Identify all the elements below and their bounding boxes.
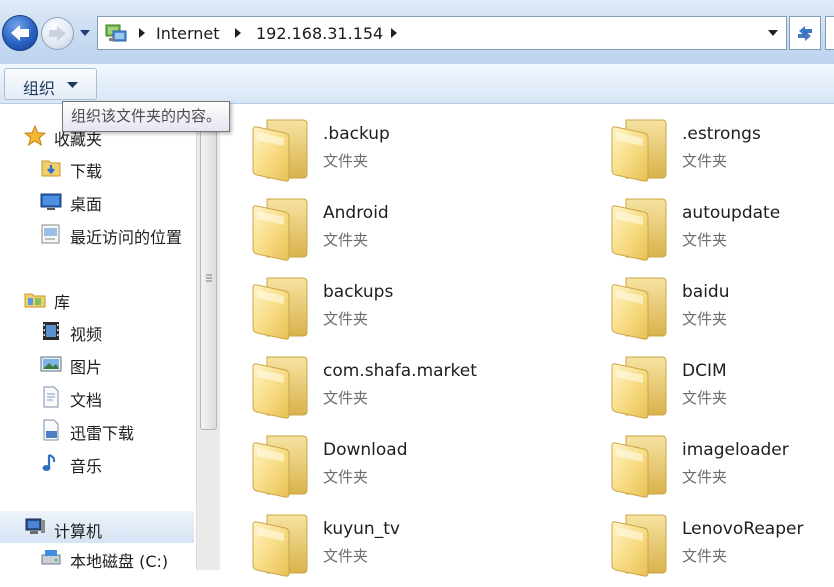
folder-icon	[610, 511, 668, 577]
breadcrumb-chevron-icon[interactable]	[390, 27, 398, 39]
folder-item[interactable]: kuyun_tv 文件夹	[251, 511, 591, 587]
sidebar-libraries-label: 库	[54, 293, 71, 312]
videos-icon	[43, 322, 59, 340]
back-arrow-icon	[11, 25, 29, 41]
sidebar-item-label: 文档	[70, 391, 103, 410]
sidebar-item-label: 迅雷下载	[70, 424, 135, 443]
folder-icon	[251, 432, 309, 498]
recent-places-icon	[41, 224, 60, 244]
folder-type: 文件夹	[682, 152, 728, 170]
folder-type: 文件夹	[682, 389, 728, 407]
folder-type: 文件夹	[682, 310, 728, 328]
organize-tooltip: 组织该文件夹的内容。	[62, 101, 231, 132]
folder-icon	[251, 116, 309, 182]
folder-type: 文件夹	[682, 468, 728, 486]
address-toolbar: Internet 192.168.31.154	[0, 0, 834, 64]
folder-type: 文件夹	[323, 152, 369, 170]
folder-icon	[610, 116, 668, 182]
folder-item[interactable]: autoupdate 文件夹	[610, 195, 834, 271]
xunlei-downloads-icon	[43, 419, 59, 441]
sidebar-item-label: 视频	[70, 325, 103, 344]
folder-item[interactable]: DCIM 文件夹	[610, 353, 834, 429]
sidebar-item-label: 图片	[70, 358, 103, 377]
folder-item[interactable]: Download 文件夹	[251, 432, 591, 508]
folder-icon	[251, 511, 309, 577]
search-box[interactable]	[825, 16, 834, 50]
folder-type: 文件夹	[323, 468, 369, 486]
folder-name: baidu	[682, 282, 730, 302]
folder-item[interactable]: LenovoReaper 文件夹	[610, 511, 834, 587]
folder-icon	[610, 274, 668, 340]
folder-name: .backup	[323, 124, 390, 144]
folder-type: 文件夹	[323, 231, 369, 249]
sidebar-item-label: 下载	[70, 162, 103, 181]
folder-name: com.shafa.market	[323, 361, 477, 381]
folder-name: DCIM	[682, 361, 727, 381]
command-bar: 组织	[0, 64, 834, 104]
library-icon	[24, 293, 46, 308]
folder-item[interactable]: .backup 文件夹	[251, 116, 591, 192]
sidebar-item-label: 最近访问的位置	[70, 228, 183, 247]
sidebar-item-label: 音乐	[70, 457, 103, 476]
folder-type: 文件夹	[323, 310, 369, 328]
forward-arrow-icon	[49, 26, 66, 41]
folder-item[interactable]: .estrongs 文件夹	[610, 116, 834, 192]
breadcrumb-host[interactable]: 192.168.31.154	[256, 24, 383, 43]
back-button[interactable]	[2, 15, 38, 51]
sidebar-computer-label: 计算机	[54, 522, 103, 541]
sidebar-scrollbar[interactable]	[196, 104, 220, 570]
breadcrumb-chevron-icon[interactable]	[234, 27, 242, 39]
folder-icon	[610, 195, 668, 261]
folder-icon	[251, 195, 309, 261]
local-disk-icon	[41, 550, 61, 565]
folder-item[interactable]: imageloader 文件夹	[610, 432, 834, 508]
sidebar-computer[interactable]: 计算机	[0, 511, 194, 543]
breadcrumb-internet[interactable]: Internet	[156, 24, 220, 43]
folder-name: kuyun_tv	[323, 519, 400, 539]
star-icon	[24, 125, 46, 147]
music-icon	[42, 454, 56, 471]
forward-button[interactable]	[41, 17, 74, 50]
desktop-icon	[40, 193, 62, 210]
folder-icon	[610, 432, 668, 498]
breadcrumb-chevron-icon[interactable]	[138, 27, 146, 39]
navigation-pane: 收藏夹 下载 桌面 最近访问的位置 库 视频 图片 文档 迅雷下载 音乐 计算机…	[0, 104, 196, 571]
address-bar[interactable]: Internet 192.168.31.154	[97, 16, 787, 50]
folder-item[interactable]: baidu 文件夹	[610, 274, 834, 350]
folder-type: 文件夹	[323, 389, 369, 407]
folder-name: autoupdate	[682, 203, 781, 223]
refresh-icon	[798, 26, 812, 41]
sidebar-item-label: 桌面	[70, 195, 103, 214]
grip-icon	[206, 274, 212, 282]
refresh-button[interactable]	[789, 16, 821, 50]
folder-type: 文件夹	[682, 231, 728, 249]
folder-name: Android	[323, 203, 389, 223]
folder-item[interactable]: backups 文件夹	[251, 274, 591, 350]
chevron-down-icon	[67, 82, 78, 88]
folder-item[interactable]: Android 文件夹	[251, 195, 591, 271]
folder-icon	[251, 274, 309, 340]
file-list: .backup 文件夹 .estrongs 文件夹 Android 文件夹 au…	[220, 104, 834, 570]
folder-name: .estrongs	[682, 124, 761, 144]
folder-icon	[610, 353, 668, 419]
pictures-icon	[40, 356, 62, 372]
folder-type: 文件夹	[682, 547, 728, 565]
folder-type: 文件夹	[323, 547, 369, 565]
downloads-folder-icon	[41, 160, 61, 177]
folder-icon	[251, 353, 309, 419]
organize-button[interactable]: 组织	[4, 68, 97, 100]
folder-name: imageloader	[682, 440, 789, 460]
organize-label: 组织	[23, 79, 56, 98]
history-dropdown-icon[interactable]	[79, 28, 91, 38]
computer-icon	[25, 518, 45, 534]
folder-name: backups	[323, 282, 394, 302]
network-location-icon	[105, 24, 127, 42]
folder-name: LenovoReaper	[682, 519, 804, 539]
sidebar-item-label: 本地磁盘 (C:)	[70, 552, 169, 571]
documents-icon	[43, 386, 59, 408]
folder-item[interactable]: com.shafa.market 文件夹	[251, 353, 591, 429]
address-dropdown-icon[interactable]	[768, 30, 778, 37]
folder-name: Download	[323, 440, 408, 460]
scroll-thumb[interactable]	[200, 124, 217, 430]
